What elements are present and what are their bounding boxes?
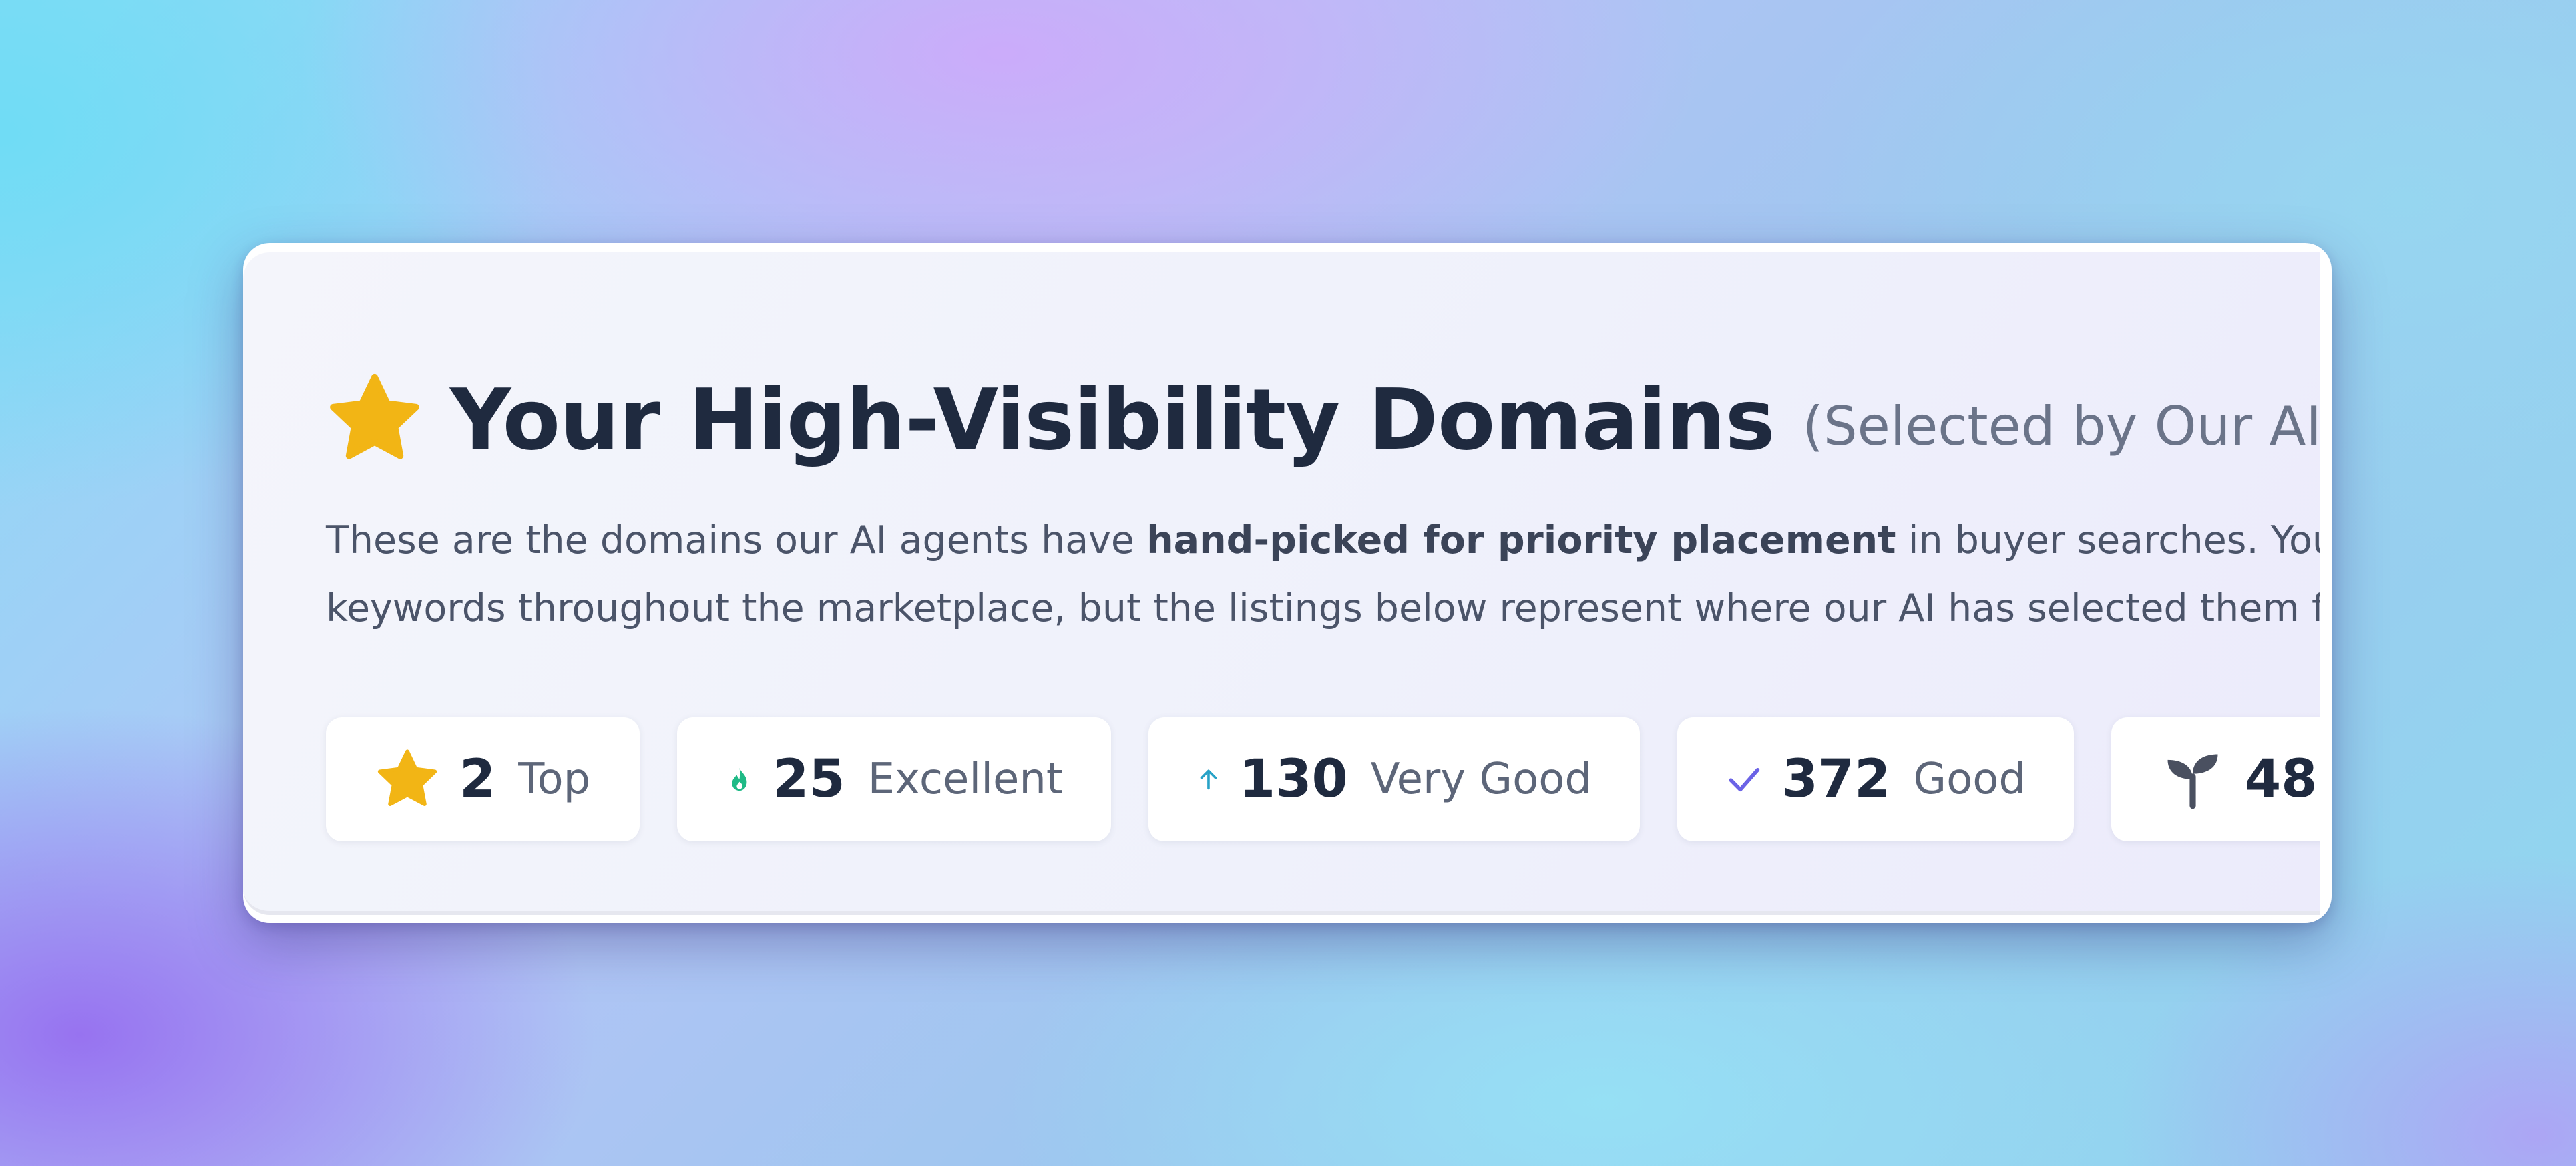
stat-card-top[interactable]: 2 Top	[326, 717, 640, 841]
stat-label: Top	[518, 755, 591, 804]
page-subtitle: (Selected by Our AI Age	[1802, 395, 2320, 457]
stat-count: 130	[1239, 749, 1348, 809]
description-text: in buyer searches. Your dor	[1908, 518, 2320, 562]
star-icon	[330, 373, 419, 459]
stat-card-excellent[interactable]: 25 Excellent	[677, 717, 1111, 841]
stat-card-very-good[interactable]: 130 Very Good	[1148, 717, 1640, 841]
description-line-1: These are the domains our AI agents have…	[326, 506, 2320, 574]
domains-panel: Your High-Visibility Domains (Selected b…	[243, 243, 2332, 923]
page-title: Your High-Visibility Domains	[450, 370, 1775, 469]
flame-icon	[732, 767, 747, 791]
stats-row: 2 Top 25 Excellent 130 Very Good 372 Goo…	[326, 717, 2320, 841]
stat-label: Good	[1913, 755, 2026, 804]
description-line-2: keywords throughout the marketplace, but…	[326, 586, 2320, 630]
stat-count: 372	[1781, 749, 1891, 809]
description-text: These are the domains our AI agents have	[326, 518, 1147, 562]
arrow-up-icon	[1200, 769, 1217, 790]
stat-count: 25	[773, 749, 845, 809]
stat-card-sprout[interactable]: 485	[2111, 717, 2320, 841]
description: These are the domains our AI agents have…	[326, 506, 2320, 642]
stat-label: Very Good	[1370, 755, 1592, 804]
sprout-icon	[2167, 754, 2218, 809]
check-icon	[1729, 768, 1760, 792]
stat-card-good[interactable]: 372 Good	[1677, 717, 2074, 841]
stat-count: 2	[459, 749, 496, 809]
star-icon	[377, 749, 437, 806]
title-row: Your High-Visibility Domains (Selected b…	[326, 366, 2320, 473]
description-highlight: hand-picked for priority placement	[1146, 518, 1896, 562]
stat-label: Excellent	[867, 755, 1063, 804]
panel-content: Your High-Visibility Domains (Selected b…	[243, 252, 2320, 915]
stat-count: 485	[2245, 749, 2320, 809]
